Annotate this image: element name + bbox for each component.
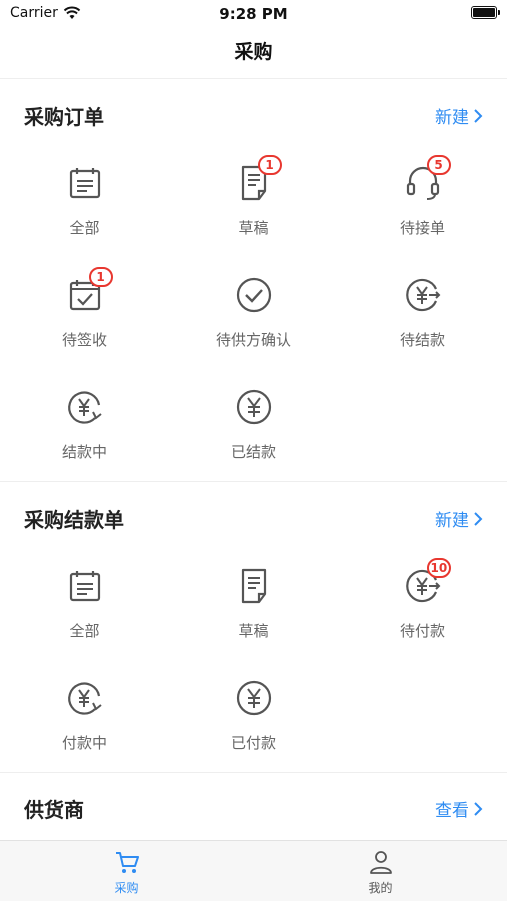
yen-circle-icon bbox=[234, 678, 274, 718]
section-title: 采购结款单 bbox=[24, 508, 124, 532]
suppliers-header[interactable]: 供货商 查看 bbox=[0, 772, 507, 838]
count-badge: 10 bbox=[426, 558, 452, 578]
chevron-right-icon bbox=[474, 108, 483, 123]
grid-item-label: 结款中 bbox=[61, 443, 107, 461]
settlement-section: 采购结款单 新建 全部 草稿 10 待付款付款中 已付款 bbox=[0, 482, 507, 776]
tab-label: 采购 bbox=[114, 881, 139, 895]
chevron-right-icon bbox=[474, 801, 483, 816]
settlement-header: 采购结款单 新建 bbox=[0, 482, 507, 552]
headset-icon: 5 bbox=[403, 155, 451, 203]
grid-item-label: 已付款 bbox=[230, 734, 276, 752]
grid-item-label: 已结款 bbox=[230, 443, 276, 461]
tab-label: 我的 bbox=[368, 881, 393, 895]
clock: 9:28 PM bbox=[219, 5, 288, 23]
grid-item-6[interactable]: 待结款 bbox=[338, 261, 507, 373]
grid-item-label: 付款中 bbox=[61, 734, 107, 752]
new-purchase-order-button[interactable]: 新建 bbox=[435, 103, 483, 128]
section-title: 采购订单 bbox=[24, 105, 104, 129]
grid-item-label: 草稿 bbox=[238, 622, 269, 640]
settlement-grid: 全部 草稿 10 待付款付款中 已付款 bbox=[0, 552, 507, 776]
new-settlement-button[interactable]: 新建 bbox=[435, 506, 483, 531]
status-bar: Carrier 9:28 PM bbox=[0, 0, 507, 28]
grid-item-label: 待结款 bbox=[399, 331, 445, 349]
grid-item-8[interactable]: 已结款 bbox=[169, 373, 338, 485]
view-suppliers-button[interactable]: 查看 bbox=[435, 796, 483, 821]
calendar-list-icon bbox=[65, 163, 105, 203]
grid-item-label: 待接单 bbox=[399, 219, 445, 237]
chevron-right-icon bbox=[474, 511, 483, 526]
yen-circle-icon bbox=[234, 387, 274, 427]
battery-icon bbox=[471, 6, 500, 19]
grid-item-label: 全部 bbox=[69, 622, 100, 640]
grid-item-5[interactable]: 待供方确认 bbox=[169, 261, 338, 373]
grid-item-3[interactable]: 10 待付款 bbox=[338, 552, 507, 664]
purchase-orders-grid: 全部 1 草稿 5 待接单 1 待签收 待供方确认 待结款结款中 已结款 bbox=[0, 149, 507, 485]
grid-item-label: 待供方确认 bbox=[215, 331, 291, 349]
grid-item-4[interactable]: 1 待签收 bbox=[0, 261, 169, 373]
tab-mine[interactable]: 我的 bbox=[254, 841, 507, 901]
new-label: 新建 bbox=[435, 511, 469, 531]
tab-bar: 采购 我的 bbox=[0, 840, 507, 901]
section-title: 供货商 bbox=[24, 798, 84, 822]
document-icon: 1 bbox=[234, 155, 282, 203]
grid-item-7[interactable]: 结款中 bbox=[0, 373, 169, 485]
yen-arrow-icon bbox=[403, 275, 443, 315]
yen-refresh-icon bbox=[65, 387, 105, 427]
user-icon bbox=[369, 851, 392, 874]
tab-purchase[interactable]: 采购 bbox=[0, 841, 253, 901]
page-title: 采购 bbox=[234, 41, 273, 63]
navigation-bar: 采购 bbox=[0, 28, 507, 79]
cart-icon bbox=[115, 852, 139, 873]
new-label: 新建 bbox=[435, 108, 469, 128]
view-label: 查看 bbox=[435, 801, 469, 821]
check-circle-icon bbox=[234, 275, 274, 315]
purchase-orders-section: 采购订单 新建 全部 1 草稿 5 待接单 1 待签收 待供方确认 待结款结款中 已结款 bbox=[0, 79, 507, 485]
grid-item-2[interactable]: 1 草稿 bbox=[169, 149, 338, 261]
count-badge: 5 bbox=[426, 155, 451, 175]
grid-item-1[interactable]: 全部 bbox=[0, 552, 169, 664]
grid-item-label: 全部 bbox=[69, 219, 100, 237]
grid-item-5[interactable]: 已付款 bbox=[169, 664, 338, 776]
suppliers-section[interactable]: 供货商 查看 bbox=[0, 772, 507, 838]
count-badge: 1 bbox=[257, 155, 282, 175]
document-icon bbox=[234, 566, 274, 606]
purchase-orders-header: 采购订单 新建 bbox=[0, 79, 507, 149]
calendar-list-icon bbox=[65, 566, 105, 606]
grid-item-1[interactable]: 全部 bbox=[0, 149, 169, 261]
grid-item-label: 待签收 bbox=[61, 331, 107, 349]
count-badge: 1 bbox=[88, 267, 113, 287]
grid-item-3[interactable]: 5 待接单 bbox=[338, 149, 507, 261]
grid-item-label: 待付款 bbox=[399, 622, 445, 640]
grid-item-label: 草稿 bbox=[238, 219, 269, 237]
checkbox-calendar-icon: 1 bbox=[65, 267, 113, 315]
yen-refresh-icon bbox=[65, 678, 105, 718]
grid-item-4[interactable]: 付款中 bbox=[0, 664, 169, 776]
grid-item-2[interactable]: 草稿 bbox=[169, 552, 338, 664]
yen-arrow-icon: 10 bbox=[403, 558, 452, 606]
